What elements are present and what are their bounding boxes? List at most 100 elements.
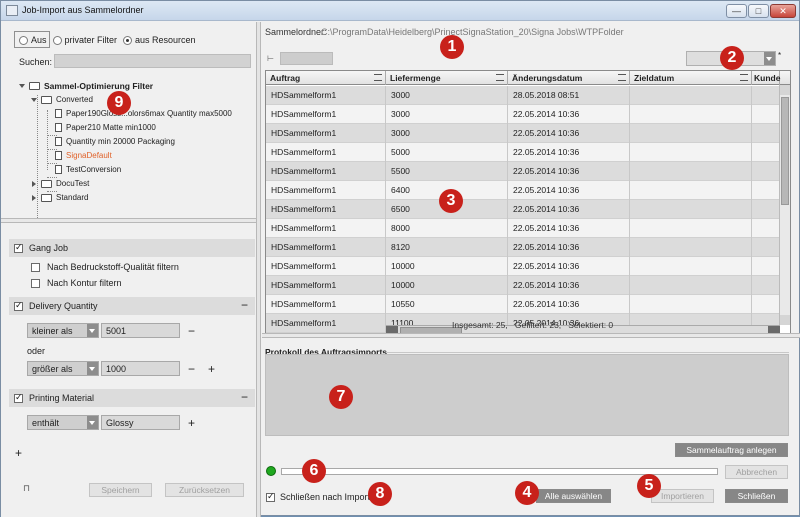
- quality-checkbox[interactable]: [31, 262, 40, 272]
- create-gang-job-button[interactable]: Sammelauftrag anlegen: [675, 443, 788, 457]
- chevron-down-icon[interactable]: [87, 324, 98, 337]
- table-cell: HDSammelform1: [266, 181, 386, 200]
- folder-path-label: Sammelordner:: [265, 27, 327, 37]
- table-row[interactable]: HDSammelform1 3000 22.05.2014 10:36: [266, 105, 780, 124]
- material-value[interactable]: Glossy: [101, 415, 180, 430]
- remove-condition-button[interactable]: −: [188, 325, 195, 337]
- radio-resources-circle[interactable]: [123, 35, 133, 45]
- tree-item-selected[interactable]: SignaDefault: [55, 151, 112, 160]
- left-splitter[interactable]: [1, 218, 256, 223]
- scroll-up-icon[interactable]: [780, 85, 790, 95]
- table-row[interactable]: HDSammelform1 6500 22.05.2014 10:36: [266, 200, 780, 219]
- material-operator-select[interactable]: enthält: [27, 415, 99, 430]
- sort-icon[interactable]: [496, 74, 504, 81]
- import-button[interactable]: Importieren: [651, 489, 714, 503]
- table-cell: [752, 181, 780, 200]
- right-splitter[interactable]: [262, 333, 800, 338]
- close-after-import-option[interactable]: Schließen nach Import: [266, 491, 370, 502]
- contour-checkbox[interactable]: [31, 278, 40, 288]
- radio-aus[interactable]: Aus: [19, 35, 47, 45]
- column-chooser-icon[interactable]: [780, 71, 790, 85]
- expand-arrow-icon[interactable]: [19, 84, 25, 88]
- select-all-button[interactable]: Alle auswählen: [536, 489, 611, 503]
- tree-item[interactable]: Paper210 Matte min1000: [55, 123, 156, 132]
- column-header-label: Zieldatum: [634, 73, 675, 83]
- table-row[interactable]: HDSammelform1 5000 22.05.2014 10:36: [266, 143, 780, 162]
- close-window-button[interactable]: ✕: [770, 4, 796, 18]
- remove-filter-button[interactable]: −: [241, 299, 248, 311]
- column-header-kunde[interactable]: Kunde: [752, 71, 780, 85]
- group-by-icon[interactable]: ⊢: [267, 54, 274, 63]
- tree-node-converted[interactable]: Converted: [31, 95, 93, 104]
- radio-resources[interactable]: aus Resourcen: [123, 35, 196, 45]
- column-header-liefermenge[interactable]: Liefermenge: [386, 71, 508, 85]
- table-row[interactable]: HDSammelform1 6400 22.05.2014 10:36: [266, 181, 780, 200]
- gang-job-checkbox[interactable]: [14, 242, 23, 253]
- radio-private-filter[interactable]: privater Filter: [52, 35, 117, 45]
- filter-quality-option[interactable]: Nach Bedruckstoff-Qualität filtern: [31, 262, 179, 272]
- chevron-down-icon[interactable]: [87, 362, 98, 375]
- radio-private-filter-circle[interactable]: [52, 35, 62, 45]
- table-cell: [630, 143, 752, 162]
- table-row[interactable]: HDSammelform1 5500 22.05.2014 10:36: [266, 162, 780, 181]
- tree-item[interactable]: TestConversion: [55, 165, 121, 174]
- scroll-thumb[interactable]: [781, 97, 789, 205]
- add-filter-button[interactable]: +: [15, 447, 22, 459]
- collapsed-arrow-icon[interactable]: [32, 194, 36, 201]
- maximize-button[interactable]: □: [748, 4, 769, 18]
- group-by-field[interactable]: [280, 52, 333, 65]
- tree-node-standard[interactable]: Standard: [31, 193, 88, 202]
- close-button[interactable]: Schließen: [725, 489, 788, 503]
- tree-node-docutest[interactable]: DocuTest: [31, 179, 89, 188]
- tree-item[interactable]: Quantity min 20000 Packaging: [55, 137, 175, 146]
- sort-icon[interactable]: [618, 74, 626, 81]
- chevron-down-icon[interactable]: [764, 52, 775, 65]
- sort-icon[interactable]: [374, 74, 382, 81]
- tree-item[interactable]: Paper190Gloss...olors6max Quantity max50…: [55, 109, 232, 118]
- column-header-aenderungsdatum[interactable]: Änderungsdatum: [508, 71, 630, 85]
- close-after-import-checkbox[interactable]: [266, 491, 275, 502]
- search-input[interactable]: [54, 54, 251, 68]
- operator-select-2-value: größer als: [32, 364, 73, 374]
- remove-condition-button[interactable]: −: [188, 363, 195, 375]
- operator-select-1[interactable]: kleiner als: [27, 323, 99, 338]
- table-vertical-scrollbar[interactable]: [779, 85, 790, 325]
- delivery-quantity-checkbox[interactable]: [14, 300, 23, 311]
- filter-contour-option[interactable]: Nach Kontur filtern: [31, 278, 122, 288]
- reset-button[interactable]: Zurücksetzen: [165, 483, 244, 497]
- document-icon: [55, 151, 62, 160]
- printing-material-checkbox[interactable]: [14, 392, 23, 403]
- column-header-label: Änderungsdatum: [512, 73, 583, 83]
- table-row[interactable]: HDSammelform1 8000 22.05.2014 10:36: [266, 219, 780, 238]
- add-condition-button[interactable]: +: [208, 363, 215, 375]
- vertical-splitter[interactable]: [256, 22, 261, 517]
- tree-root[interactable]: Sammel-Optimierung Filter: [19, 81, 153, 91]
- expand-arrow-icon[interactable]: [31, 97, 37, 102]
- chevron-down-icon[interactable]: [87, 416, 98, 429]
- table-row[interactable]: HDSammelform1 10000 22.05.2014 10:36: [266, 276, 780, 295]
- table-row[interactable]: HDSammelform1 8120 22.05.2014 10:36: [266, 238, 780, 257]
- table-row[interactable]: HDSammelform1 3000 22.05.2014 10:36: [266, 124, 780, 143]
- table-row[interactable]: HDSammelform1 10000 22.05.2014 10:36: [266, 257, 780, 276]
- column-header-auftrag[interactable]: Auftrag: [266, 71, 386, 85]
- collapsed-arrow-icon[interactable]: [32, 180, 36, 187]
- table-row[interactable]: HDSammelform1 3000 28.05.2018 08:51: [266, 86, 780, 105]
- table-row[interactable]: HDSammelform1 10550 22.05.2014 10:36: [266, 295, 780, 314]
- table-cell: 10000: [386, 257, 508, 276]
- remove-filter-button[interactable]: −: [241, 391, 248, 403]
- minimize-button[interactable]: —: [726, 4, 747, 18]
- operator-select-2[interactable]: größer als: [27, 361, 99, 376]
- table-cell: 10550: [386, 295, 508, 314]
- save-button[interactable]: Speichern: [89, 483, 152, 497]
- column-header-zieldatum[interactable]: Zieldatum: [630, 71, 752, 85]
- quantity-value-2[interactable]: 1000: [101, 361, 180, 376]
- stats-total: Insgesamt: 25,: [452, 320, 508, 330]
- cancel-button[interactable]: Abbrechen: [725, 465, 788, 479]
- radio-aus-circle[interactable]: [19, 35, 28, 45]
- scroll-down-icon[interactable]: [780, 315, 790, 325]
- lock-icon[interactable]: ⊓: [23, 483, 30, 494]
- quantity-value-1[interactable]: 5001: [101, 323, 180, 338]
- add-condition-button[interactable]: +: [188, 417, 195, 429]
- filter-printing-material: Printing Material −: [9, 389, 255, 407]
- sort-icon[interactable]: [740, 74, 748, 81]
